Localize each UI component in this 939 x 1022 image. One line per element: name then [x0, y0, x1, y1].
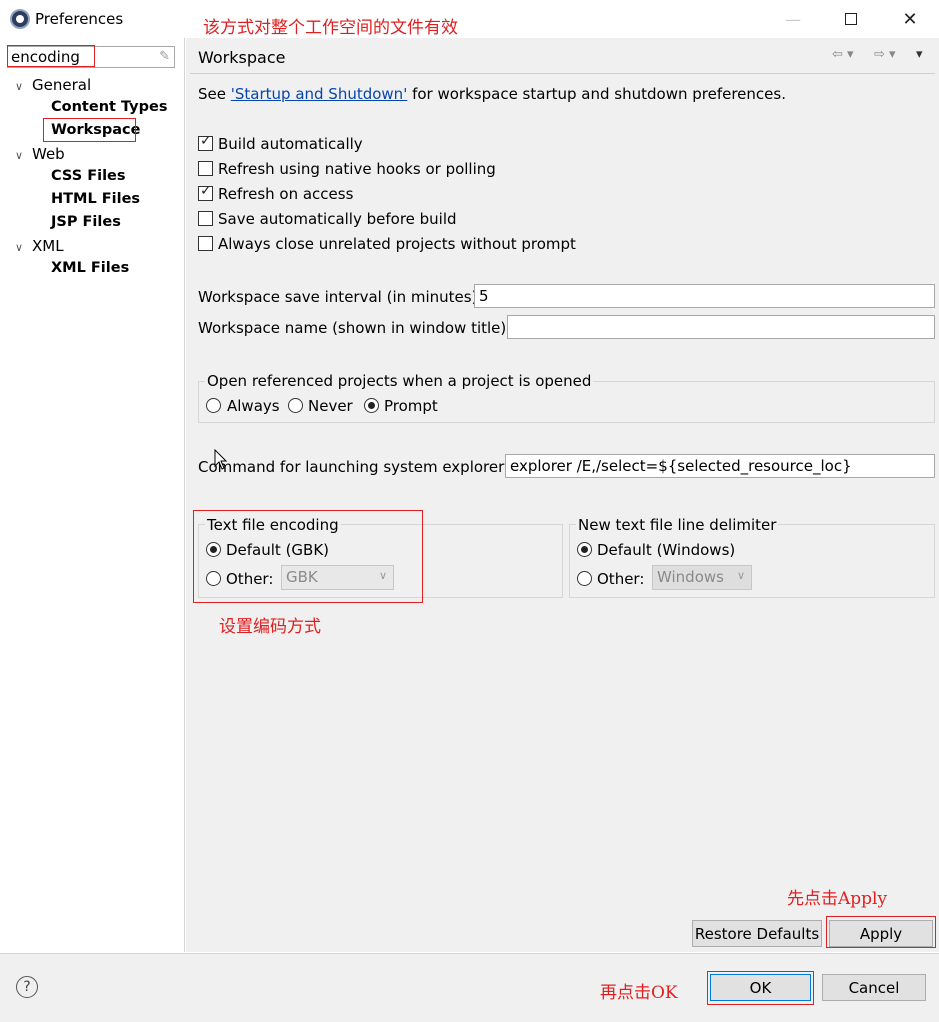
delimiter-select-value: Windows [657, 568, 724, 586]
explorer-command-label: Command for launching system explorer: [198, 458, 510, 476]
workspace-name-label: Workspace name (shown in window title): [198, 319, 512, 337]
back-arrow-icon: ⇦ [832, 47, 843, 62]
annotation-box-ok [707, 971, 814, 1005]
annotation-box-workspace [43, 118, 136, 142]
delimiter-select[interactable]: Windows ∨ [652, 565, 752, 590]
checkbox-label: Refresh on access [218, 185, 354, 203]
line-delimiter-title: New text file line delimiter [576, 516, 779, 534]
eclipse-icon [10, 9, 30, 29]
page-title: Workspace [198, 48, 286, 67]
annotation-ok: 再点击OK [600, 983, 678, 1003]
radio-always[interactable] [206, 398, 221, 413]
workspace-name-input[interactable] [507, 315, 935, 339]
checkbox-label: Save automatically before build [218, 210, 457, 228]
radio-prompt[interactable] [364, 398, 379, 413]
checkbox-label: Always close unrelated projects without … [218, 235, 576, 253]
annotation-apply: 先点击Apply [787, 889, 888, 909]
close-unrelated-checkbox[interactable] [198, 236, 213, 251]
annotation-box-encoding [193, 510, 423, 603]
title-bar: Preferences 该方式对整个工作空间的文件有效 — ✕ [0, 0, 939, 38]
tree-item-html-files[interactable]: HTML Files [51, 191, 140, 207]
delimiter-other-radio[interactable] [577, 571, 592, 586]
annotation-box-filter [7, 45, 95, 67]
chevron-down-icon: ∨ [736, 569, 745, 582]
chevron-down-icon[interactable]: ∨ [15, 80, 23, 93]
delimiter-default-radio[interactable] [577, 542, 592, 557]
delimiter-default-label: Default (Windows) [597, 541, 736, 559]
checkbox-label: Build automatically [218, 135, 363, 153]
header-divider [190, 73, 935, 74]
tree-item-content-types[interactable]: Content Types [51, 99, 167, 115]
chevron-down-icon[interactable]: ∨ [15, 149, 23, 162]
restore-defaults-button[interactable]: Restore Defaults [692, 920, 822, 947]
radio-never[interactable] [288, 398, 303, 413]
back-button[interactable]: ⇦ ▾ [832, 47, 854, 62]
open-referenced-title: Open referenced projects when a project … [205, 372, 594, 390]
cancel-button[interactable]: Cancel [822, 974, 926, 1001]
chevron-down-icon[interactable]: ∨ [15, 241, 23, 254]
explorer-command-input[interactable]: explorer /E,/select=${selected_resource_… [505, 454, 935, 478]
maximize-button[interactable] [822, 0, 880, 38]
help-icon[interactable]: ? [16, 976, 38, 998]
save-interval-label: Workspace save interval (in minutes): [198, 288, 483, 306]
tree-item-jsp-files[interactable]: JSP Files [51, 214, 121, 230]
refresh-on-access-checkbox[interactable] [198, 183, 213, 201]
tree-item-xml-files[interactable]: XML Files [51, 260, 129, 276]
tree-item-xml[interactable]: XML [32, 237, 64, 255]
radio-label: Prompt [384, 397, 438, 415]
annotation-top: 该方式对整个工作空间的文件有效 [203, 18, 458, 38]
delimiter-other-label: Other: [597, 570, 645, 588]
checkbox-label: Refresh using native hooks or polling [218, 160, 496, 178]
clear-filter-icon[interactable]: ✎ [159, 49, 170, 64]
save-before-build-checkbox[interactable] [198, 211, 213, 226]
mouse-cursor-icon [214, 449, 228, 470]
tree-item-web[interactable]: Web [32, 145, 65, 163]
tree-item-general[interactable]: General [32, 76, 91, 94]
back-menu-icon: ▾ [847, 47, 854, 62]
forward-menu-icon: ▾ [889, 47, 896, 62]
build-automatically-checkbox[interactable] [198, 133, 213, 151]
minimize-button[interactable]: — [764, 0, 822, 38]
annotation-encoding: 设置编码方式 [219, 617, 321, 637]
window-title: Preferences [35, 10, 124, 28]
startup-shutdown-link[interactable]: 'Startup and Shutdown' [231, 85, 408, 103]
view-menu-icon: ▾ [916, 47, 923, 62]
annotation-box-apply [826, 916, 936, 948]
close-icon: ✕ [902, 8, 918, 30]
close-button[interactable]: ✕ [881, 0, 939, 38]
radio-label: Never [308, 397, 353, 415]
forward-button[interactable]: ⇨ ▾ [874, 47, 896, 62]
tree-item-css-files[interactable]: CSS Files [51, 168, 126, 184]
maximize-icon [845, 13, 857, 25]
radio-label: Always [227, 397, 280, 415]
refresh-native-hooks-checkbox[interactable] [198, 161, 213, 176]
intro-text: See 'Startup and Shutdown' for workspace… [198, 85, 786, 103]
save-interval-input[interactable]: 5 [474, 284, 935, 308]
view-menu-button[interactable]: ▾ [916, 47, 923, 62]
minimize-icon: — [785, 9, 801, 29]
forward-arrow-icon: ⇨ [874, 47, 885, 62]
